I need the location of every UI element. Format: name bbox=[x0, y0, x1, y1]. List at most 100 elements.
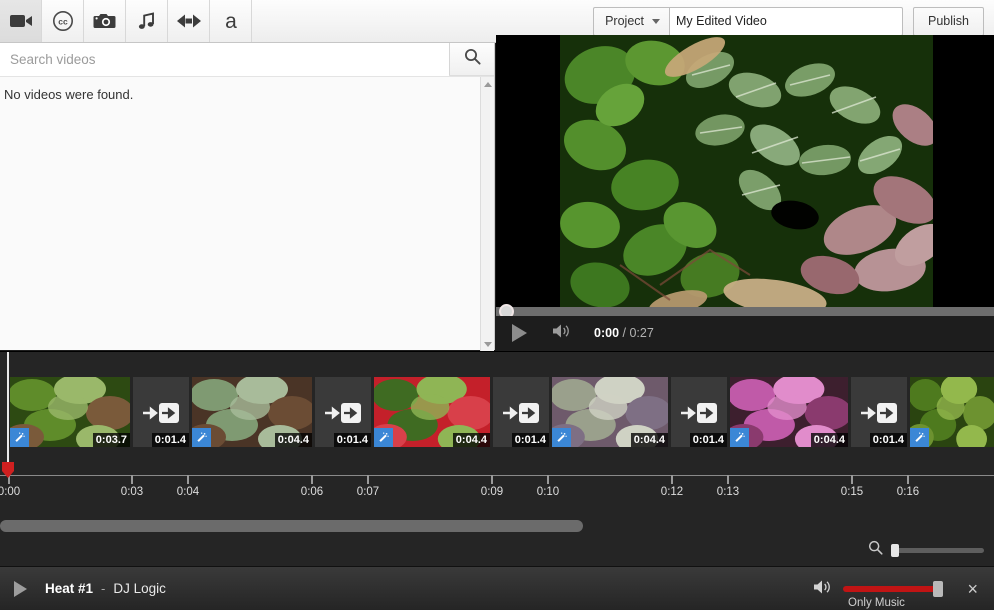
current-time: 0:00 bbox=[594, 326, 620, 340]
transition-4[interactable]: 0:01.4 bbox=[671, 377, 727, 447]
magic-wand-badge-icon[interactable] bbox=[192, 428, 211, 447]
volume-slider-handle[interactable] bbox=[933, 581, 944, 597]
transition-3[interactable]: 0:01.4 bbox=[493, 377, 549, 447]
music-bar-right: Only Music × bbox=[813, 567, 994, 610]
ruler-tick-label: 0:03 bbox=[120, 486, 144, 498]
clip-3[interactable]: 0:04.4 bbox=[374, 377, 490, 447]
ruler-baseline bbox=[0, 475, 994, 476]
transition-5[interactable]: 0:01.4 bbox=[851, 377, 907, 447]
ruler-tick-label: 0:07 bbox=[356, 486, 380, 498]
publish-button-label: Publish bbox=[928, 14, 969, 28]
magic-wand-badge-icon[interactable] bbox=[910, 428, 929, 447]
timeline-ruler[interactable]: 0:00 0:03 0:04 0:06 0:07 0:09 0:10 0:12 0:13 0:15… bbox=[0, 475, 994, 515]
project-controls: Project Publish bbox=[593, 6, 994, 36]
video-library-panel: No videos were found. bbox=[0, 43, 495, 351]
ruler-tick-label: 0:00 bbox=[0, 486, 21, 498]
clip-1[interactable]: 0:03.7 bbox=[10, 377, 130, 447]
photo-camera-icon bbox=[93, 12, 116, 30]
library-results: No videos were found. bbox=[0, 76, 494, 351]
plant-foliage-graphic bbox=[560, 35, 933, 316]
text-button[interactable]: a bbox=[210, 0, 252, 42]
chevron-up-icon bbox=[483, 81, 492, 87]
photo-camera-button[interactable] bbox=[84, 0, 126, 42]
transition-arrow-icon bbox=[861, 403, 897, 428]
clip-duration-label: 0:04.4 bbox=[810, 433, 848, 447]
music-note-button[interactable] bbox=[126, 0, 168, 42]
transition-arrow-icon bbox=[325, 403, 361, 428]
clip-duration-label: 0:04.4 bbox=[452, 433, 490, 447]
project-dropdown-label: Project bbox=[605, 14, 644, 28]
ruler-tick-label: 0:12 bbox=[660, 486, 684, 498]
clip-6[interactable] bbox=[910, 377, 994, 447]
play-button[interactable] bbox=[512, 324, 552, 342]
timeline-scroll-thumb[interactable] bbox=[0, 520, 583, 532]
chevron-down-icon bbox=[652, 18, 660, 24]
scroll-down-button[interactable] bbox=[481, 337, 494, 351]
music-volume-control[interactable]: Only Music bbox=[813, 579, 944, 609]
transition-arrow-icon bbox=[503, 403, 539, 428]
timeline-horizontal-scrollbar[interactable] bbox=[0, 520, 994, 532]
ruler-tick-label: 0:06 bbox=[300, 486, 324, 498]
play-icon bbox=[512, 324, 527, 342]
magic-wand-badge-icon[interactable] bbox=[730, 428, 749, 447]
speaker-icon bbox=[552, 323, 572, 344]
magic-wand-badge-icon[interactable] bbox=[10, 428, 29, 447]
ruler-tick bbox=[907, 475, 909, 484]
clip-2[interactable]: 0:04.4 bbox=[192, 377, 312, 447]
cc-button[interactable]: cc bbox=[42, 0, 84, 42]
project-title-input[interactable] bbox=[669, 6, 903, 36]
empty-state-message: No videos were found. bbox=[4, 87, 134, 102]
zoom-slider-handle[interactable] bbox=[891, 543, 899, 557]
transition-duration-label: 0:01.4 bbox=[869, 433, 907, 447]
library-vertical-scrollbar[interactable] bbox=[480, 77, 494, 351]
ruler-tick bbox=[131, 475, 133, 484]
music-track-title: Heat #1 bbox=[45, 581, 94, 596]
volume-button[interactable] bbox=[552, 323, 572, 344]
zoom-slider-track[interactable] bbox=[891, 543, 984, 557]
search-button[interactable] bbox=[449, 43, 494, 75]
video-still-image bbox=[560, 35, 933, 316]
scroll-up-button[interactable] bbox=[481, 77, 494, 91]
transition-2[interactable]: 0:01.4 bbox=[315, 377, 371, 447]
clip-duration-label: 0:04.4 bbox=[630, 433, 668, 447]
clip-4[interactable]: 0:04.4 bbox=[552, 377, 668, 447]
chevron-down-icon bbox=[483, 341, 492, 347]
ruler-tick-label: 0:09 bbox=[480, 486, 504, 498]
video-camera-icon bbox=[9, 13, 32, 29]
music-play-button[interactable] bbox=[14, 580, 27, 597]
video-camera-button[interactable] bbox=[0, 0, 42, 42]
project-dropdown[interactable]: Project bbox=[593, 6, 669, 36]
video-frame bbox=[560, 35, 933, 316]
transition-duration-label: 0:01.4 bbox=[151, 433, 189, 447]
music-bar: Heat #1 - DJ Logic Only Music × bbox=[0, 566, 994, 610]
ruler-tick-label: 0:10 bbox=[536, 486, 560, 498]
transition-duration-label: 0:01.4 bbox=[689, 433, 727, 447]
ruler-tick bbox=[187, 475, 189, 484]
ruler-tick bbox=[727, 475, 729, 484]
magic-wand-badge-icon[interactable] bbox=[374, 428, 393, 447]
publish-button[interactable]: Publish bbox=[913, 6, 984, 36]
music-separator: - bbox=[101, 581, 106, 596]
video-preview[interactable]: 0:00 / 0:27 bbox=[496, 35, 994, 350]
only-music-label: Only Music bbox=[848, 596, 905, 609]
magic-wand-badge-icon[interactable] bbox=[552, 428, 571, 447]
playhead-marker[interactable] bbox=[2, 462, 14, 478]
ruler-tick-label: 0:15 bbox=[840, 486, 864, 498]
music-note-icon bbox=[137, 11, 157, 31]
transition-duration-label: 0:01.4 bbox=[333, 433, 371, 447]
transition-1[interactable]: 0:01.4 bbox=[133, 377, 189, 447]
clip-5[interactable]: 0:04.4 bbox=[730, 377, 848, 447]
search-input[interactable] bbox=[0, 43, 449, 76]
timeline-zoom-control[interactable] bbox=[868, 540, 984, 560]
ruler-tick bbox=[851, 475, 853, 484]
volume-slider-track[interactable] bbox=[843, 581, 944, 597]
music-artist: DJ Logic bbox=[113, 581, 166, 596]
transition-button[interactable] bbox=[168, 0, 210, 42]
transition-icon bbox=[176, 14, 201, 28]
video-seek-bar[interactable] bbox=[496, 307, 994, 316]
playhead-line bbox=[7, 352, 9, 462]
cc-icon: cc bbox=[52, 10, 74, 32]
close-music-bar-button[interactable]: × bbox=[967, 580, 978, 598]
timeline-clip-strip[interactable]: 0:03.7 0:01.4 0:04.4 0:01.4 0:04.4 0:01.4 0:04… bbox=[0, 359, 994, 459]
transition-arrow-icon bbox=[143, 403, 179, 428]
